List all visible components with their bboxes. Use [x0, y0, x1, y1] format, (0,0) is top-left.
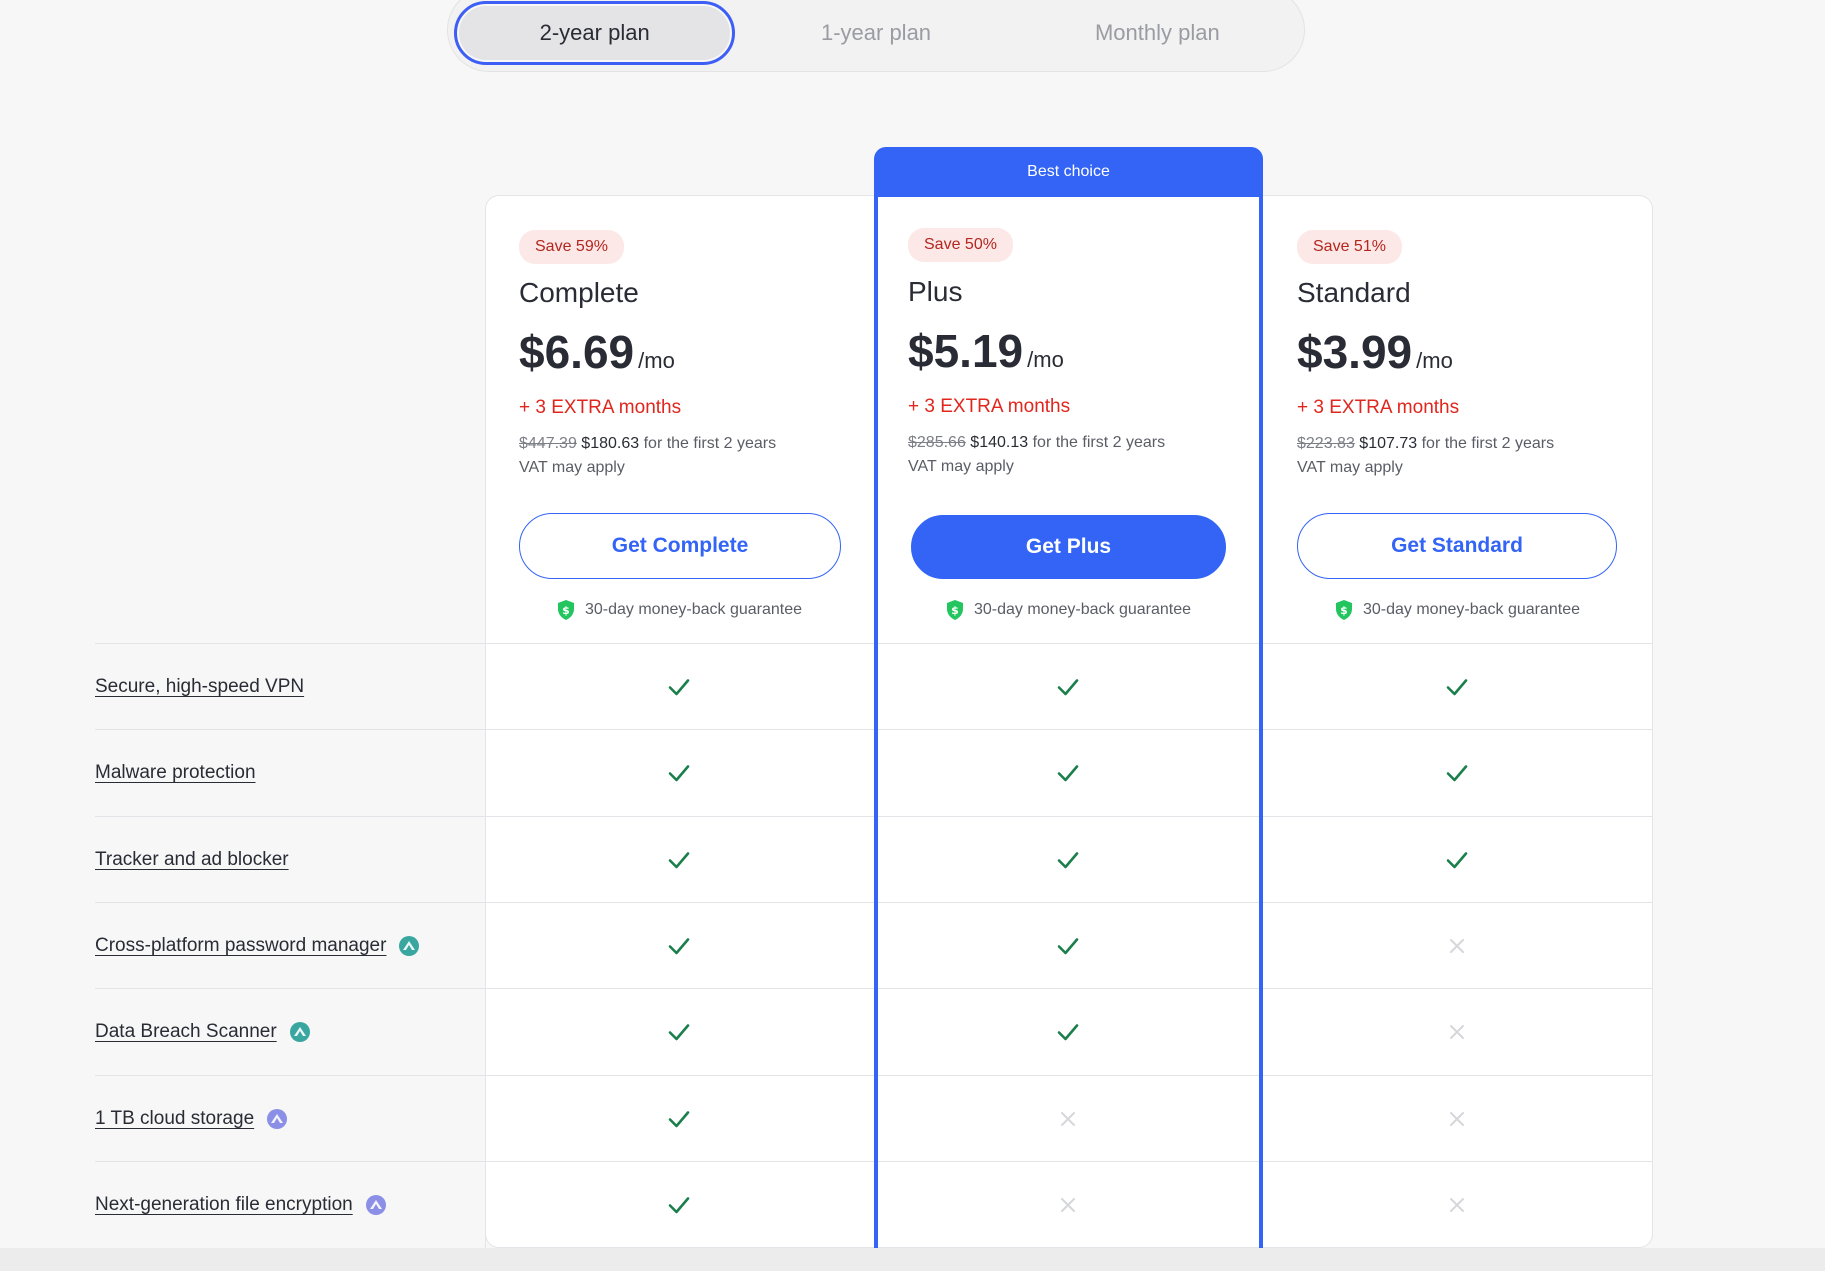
feature-label: Data Breach Scanner	[95, 989, 311, 1075]
feature-link[interactable]: Cross-platform password manager	[95, 935, 386, 957]
money-back-guarantee: $ 30-day money-back guarantee	[485, 599, 874, 621]
save-badge: Save 51%	[1297, 230, 1402, 264]
price-amount: $3.99	[1297, 326, 1413, 378]
feature-label: Tracker and ad blocker	[95, 817, 289, 903]
feature-label: 1 TB cloud storage	[95, 1076, 288, 1162]
cross-icon	[1437, 989, 1477, 1075]
feature-label: Next-generation file encryption	[95, 1162, 387, 1248]
check-icon	[659, 1076, 699, 1162]
cross-icon	[1437, 1076, 1477, 1162]
check-icon	[659, 1162, 699, 1248]
feature-label: Cross-platform password manager	[95, 903, 420, 989]
product-badge	[398, 935, 420, 957]
guarantee-text: 30-day money-back guarantee	[1362, 601, 1581, 618]
nordlocker-icon	[267, 1108, 288, 1129]
pricing-page: 2-year plan 1-year plan Monthly plan Sav…	[0, 0, 1825, 1271]
save-badge: Save 59%	[519, 230, 624, 264]
extra-months: + 3 EXTRA months	[1297, 397, 1460, 418]
feature-link[interactable]: Data Breach Scanner	[95, 1021, 277, 1043]
billing-info: $447.39 $180.63 for the first 2 years	[519, 435, 776, 453]
toggle-1-year-plan[interactable]: 1-year plan	[735, 1, 1016, 65]
check-icon	[659, 817, 699, 903]
guarantee-text: 30-day money-back guarantee	[584, 601, 803, 618]
feature-link[interactable]: 1 TB cloud storage	[95, 1108, 254, 1130]
nordpass-icon	[289, 1022, 310, 1043]
money-back-guarantee: $ 30-day money-back guarantee	[1263, 599, 1652, 621]
best-choice-highlight	[874, 147, 1263, 1264]
plan-duration-toggle: 2-year plan 1-year plan Monthly plan	[447, 0, 1305, 72]
check-icon	[1437, 817, 1477, 903]
page-bottom-edge	[0, 1248, 1825, 1271]
feature-link[interactable]: Next-generation file encryption	[95, 1194, 353, 1216]
price-period: /mo	[1416, 348, 1453, 373]
feature-link[interactable]: Malware protection	[95, 762, 256, 784]
nordlocker-icon	[365, 1194, 386, 1215]
feature-label: Malware protection	[95, 730, 256, 816]
svg-text:$: $	[1340, 604, 1348, 617]
billing-period: for the first 2 years	[643, 435, 777, 452]
plan-price: $6.69/mo	[519, 325, 675, 379]
toggle-2-year-plan[interactable]: 2-year plan	[454, 1, 736, 65]
plan-price: $3.99/mo	[1297, 325, 1453, 379]
check-icon	[659, 730, 699, 816]
check-icon	[1437, 644, 1477, 730]
price-amount: $6.69	[519, 326, 635, 378]
get-standard-button[interactable]: Get Standard	[1297, 513, 1617, 579]
feature-label: Secure, high-speed VPN	[95, 644, 304, 730]
check-icon	[659, 903, 699, 989]
billing-info: $223.83 $107.73 for the first 2 years	[1297, 435, 1554, 453]
cross-icon	[1437, 1162, 1477, 1248]
new-price: $180.63	[581, 435, 640, 452]
old-price: $447.39	[519, 435, 577, 452]
get-complete-button[interactable]: Get Complete	[519, 513, 841, 579]
shield-dollar-icon: $	[557, 600, 574, 620]
check-icon	[659, 644, 699, 730]
check-icon	[1437, 730, 1477, 816]
feature-link[interactable]: Secure, high-speed VPN	[95, 676, 304, 698]
vat-note: VAT may apply	[519, 459, 625, 476]
svg-text:$: $	[562, 604, 570, 617]
price-period: /mo	[638, 348, 675, 373]
plan-name: Standard	[1297, 277, 1411, 308]
check-icon	[659, 989, 699, 1075]
old-price: $223.83	[1297, 435, 1355, 452]
new-price: $107.73	[1359, 435, 1418, 452]
billing-period: for the first 2 years	[1421, 435, 1555, 452]
toggle-monthly-plan[interactable]: Monthly plan	[1017, 1, 1298, 65]
feature-link[interactable]: Tracker and ad blocker	[95, 849, 289, 871]
product-badge	[365, 1194, 387, 1216]
product-badge	[266, 1108, 288, 1130]
extra-months: + 3 EXTRA months	[519, 397, 682, 418]
product-badge	[289, 1021, 311, 1043]
vat-note: VAT may apply	[1297, 459, 1403, 476]
plan-name: Complete	[519, 277, 639, 308]
cross-icon	[1437, 903, 1477, 989]
nordpass-icon	[399, 935, 420, 956]
shield-dollar-icon: $	[1335, 600, 1352, 620]
